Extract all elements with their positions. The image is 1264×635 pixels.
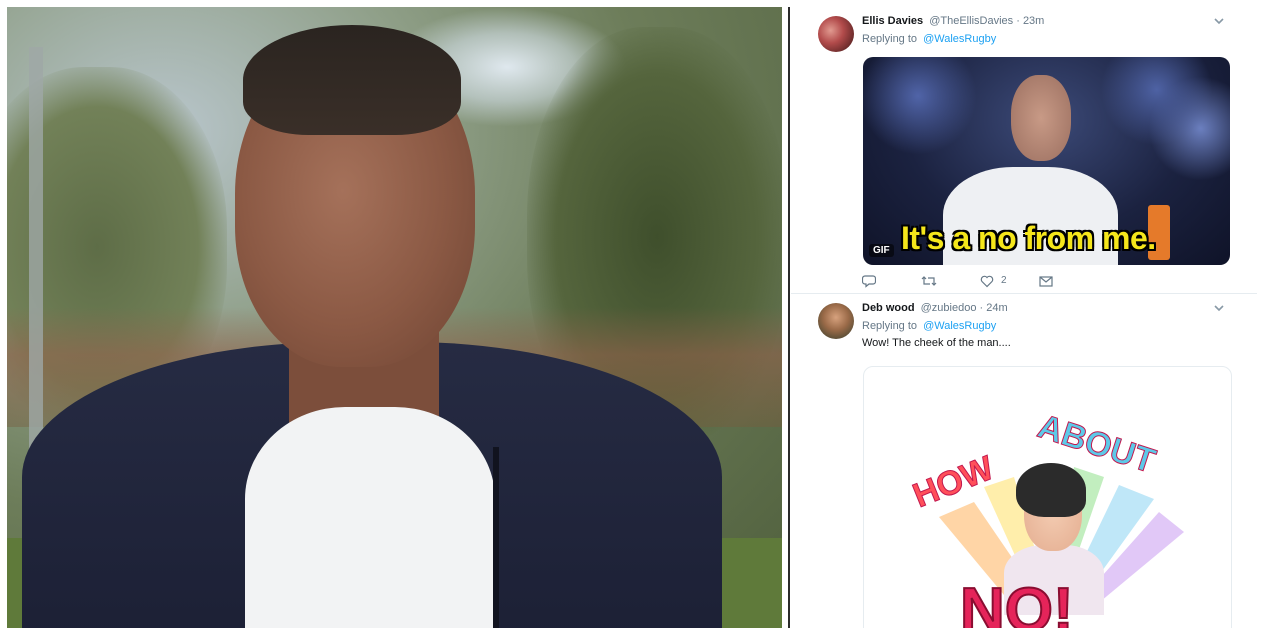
sticker-hair — [1016, 463, 1086, 517]
panel-divider — [788, 7, 790, 628]
tweet-panel: Ellis Davies @TheEllisDavies · 23m Reply… — [791, 7, 1257, 628]
gif-media[interactable]: GIF It's a no from me. — [863, 57, 1230, 265]
mention-link[interactable]: @WalesRugby — [923, 33, 996, 45]
chevron-down-icon[interactable] — [1213, 15, 1225, 27]
person-zipper — [493, 447, 499, 628]
replying-to: Replying to @WalesRugby — [862, 320, 996, 332]
display-name[interactable]: Deb wood — [862, 302, 915, 314]
handle[interactable]: @TheEllisDavies — [929, 15, 1013, 27]
photo-panel — [7, 7, 782, 628]
avatar[interactable] — [818, 303, 854, 339]
separator-dot: · — [1016, 15, 1023, 27]
reply-icon[interactable] — [862, 274, 876, 290]
heart-icon[interactable] — [980, 274, 994, 290]
image-media[interactable]: HOW ABOUT NO! — [863, 366, 1232, 628]
envelope-icon[interactable] — [1039, 274, 1053, 290]
timestamp[interactable]: 24m — [986, 302, 1007, 314]
replying-to-label: Replying to — [862, 320, 918, 332]
mention-link[interactable]: @WalesRugby — [923, 320, 996, 332]
gif-judge-head — [1011, 75, 1071, 161]
person-tshirt — [245, 407, 495, 628]
display-name[interactable]: Ellis Davies — [862, 15, 923, 27]
chevron-down-icon[interactable] — [1213, 302, 1225, 314]
gif-badge: GIF — [869, 244, 894, 257]
tweet[interactable]: Deb wood @zubiedoo · 24m Replying to @Wa… — [791, 294, 1257, 628]
tweet[interactable]: Ellis Davies @TheEllisDavies · 23m Reply… — [791, 7, 1257, 294]
tweet-actions: 2 — [862, 274, 1082, 290]
replying-to-label: Replying to — [862, 33, 918, 45]
retweet-icon[interactable] — [921, 274, 937, 290]
person-hair — [243, 25, 461, 135]
handle[interactable]: @zubiedoo — [921, 302, 977, 314]
replying-to: Replying to @WalesRugby — [862, 33, 996, 45]
gif-caption: It's a no from me. — [901, 220, 1156, 256]
avatar[interactable] — [818, 16, 854, 52]
like-count: 2 — [1001, 275, 1007, 286]
tweet-header: Deb wood @zubiedoo · 24m — [862, 302, 1008, 314]
photo-person — [7, 7, 782, 628]
timestamp[interactable]: 23m — [1023, 15, 1044, 27]
sticker-word-no: NO! — [959, 575, 1075, 628]
tweet-header: Ellis Davies @TheEllisDavies · 23m — [862, 15, 1044, 27]
tweet-text: Wow! The cheek of the man.... — [862, 337, 1011, 349]
